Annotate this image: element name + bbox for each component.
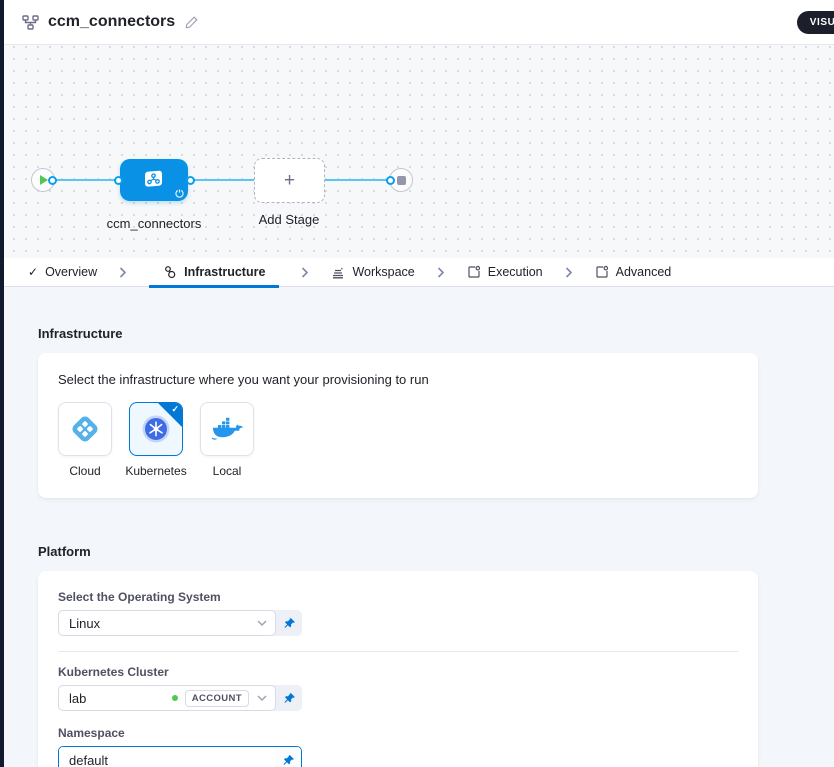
infrastructure-icon: [163, 265, 177, 279]
cluster-field-label: Kubernetes Cluster: [58, 665, 738, 679]
platform-heading: Platform: [38, 544, 834, 559]
advanced-icon: [595, 265, 609, 279]
local-tile[interactable]: [200, 402, 254, 456]
plus-icon: +: [284, 170, 295, 192]
os-select-value: Linux: [69, 616, 251, 631]
tab-overview[interactable]: ✓ Overview: [28, 258, 97, 287]
kubernetes-tile[interactable]: ✓: [129, 402, 183, 456]
platform-card: Select the Operating System Linux Kubern…: [38, 571, 758, 767]
cloud-icon: [69, 413, 101, 445]
infrastructure-options: Cloud ✓ Kubernetes: [58, 402, 738, 478]
play-icon: [40, 175, 48, 185]
docker-icon: [211, 416, 243, 442]
connection-point: [48, 176, 57, 185]
flow-line: [52, 179, 122, 181]
pin-icon: [283, 692, 296, 705]
local-label: Local: [213, 464, 242, 478]
edit-pencil-icon[interactable]: [185, 15, 199, 29]
tab-execution[interactable]: Execution: [467, 258, 543, 287]
namespace-input[interactable]: [59, 747, 275, 767]
stage-status-icon: [175, 189, 184, 198]
connected-status-dot: [172, 695, 178, 701]
connection-point: [386, 176, 395, 185]
connection-point: [186, 176, 195, 185]
cluster-select-value: lab: [69, 691, 172, 706]
visual-yaml-toggle[interactable]: VISUAL: [797, 11, 834, 34]
cloud-tile[interactable]: [58, 402, 112, 456]
check-icon: ✓: [171, 404, 179, 415]
infrastructure-panel: Infrastructure Select the infrastructure…: [4, 287, 834, 767]
chevron-right-icon: [437, 267, 445, 278]
left-nav-edge: [0, 0, 4, 767]
infrastructure-description: Select the infrastructure where you want…: [58, 372, 738, 387]
tab-advanced[interactable]: Advanced: [595, 258, 672, 287]
pipeline-canvas[interactable]: + ccm_connectors Add Stage: [4, 45, 834, 258]
cluster-field-group: lab ACCOUNT: [58, 685, 302, 711]
pipeline-icon: [22, 15, 39, 30]
infra-option-cloud: Cloud: [58, 402, 112, 478]
kubernetes-label: Kubernetes: [125, 464, 186, 478]
chevron-right-icon: [301, 267, 309, 278]
flow-line: [192, 179, 256, 181]
check-icon: ✓: [28, 265, 38, 279]
add-stage-button[interactable]: +: [254, 158, 325, 203]
stage-node-ccm-connectors[interactable]: [120, 159, 188, 201]
execution-icon: [467, 265, 481, 279]
chevron-down-icon: [257, 695, 267, 701]
infrastructure-card: Select the infrastructure where you want…: [38, 353, 758, 498]
cluster-runtime-pin-button[interactable]: [276, 685, 302, 711]
connection-point: [114, 176, 123, 185]
page-title: ccm_connectors: [48, 13, 175, 31]
cloud-label: Cloud: [69, 464, 100, 478]
os-field-label: Select the Operating System: [58, 590, 738, 604]
pin-icon: [282, 754, 295, 767]
scope-badge: ACCOUNT: [185, 690, 249, 707]
stage-type-icon: [142, 169, 166, 191]
cluster-select[interactable]: lab ACCOUNT: [58, 685, 276, 711]
add-stage-label: Add Stage: [259, 212, 320, 227]
os-runtime-pin-button[interactable]: [276, 610, 302, 636]
flow-line: [325, 179, 392, 181]
chevron-right-icon: [565, 267, 573, 278]
pipeline-header: ccm_connectors VISUAL: [4, 0, 834, 45]
infrastructure-heading: Infrastructure: [38, 326, 834, 341]
os-select[interactable]: Linux: [58, 610, 276, 636]
infra-option-kubernetes: ✓ Kubernetes: [129, 402, 183, 478]
os-field-group: Linux: [58, 610, 302, 636]
namespace-field-label: Namespace: [58, 726, 738, 740]
infra-option-local: Local: [200, 402, 254, 478]
workspace-icon: [331, 265, 345, 279]
namespace-field-group: [58, 746, 302, 767]
pin-icon: [283, 617, 296, 630]
stop-icon: [397, 176, 406, 185]
chevron-right-icon: [119, 267, 127, 278]
namespace-runtime-pin-button[interactable]: [275, 747, 301, 767]
chevron-down-icon: [257, 620, 267, 626]
divider: [58, 651, 738, 652]
tab-workspace[interactable]: Workspace: [331, 258, 414, 287]
stage-tabbar: ✓ Overview Infrastructure Workspace: [4, 258, 834, 287]
tab-infrastructure[interactable]: Infrastructure: [149, 258, 279, 287]
stage-node-label: ccm_connectors: [107, 216, 202, 231]
